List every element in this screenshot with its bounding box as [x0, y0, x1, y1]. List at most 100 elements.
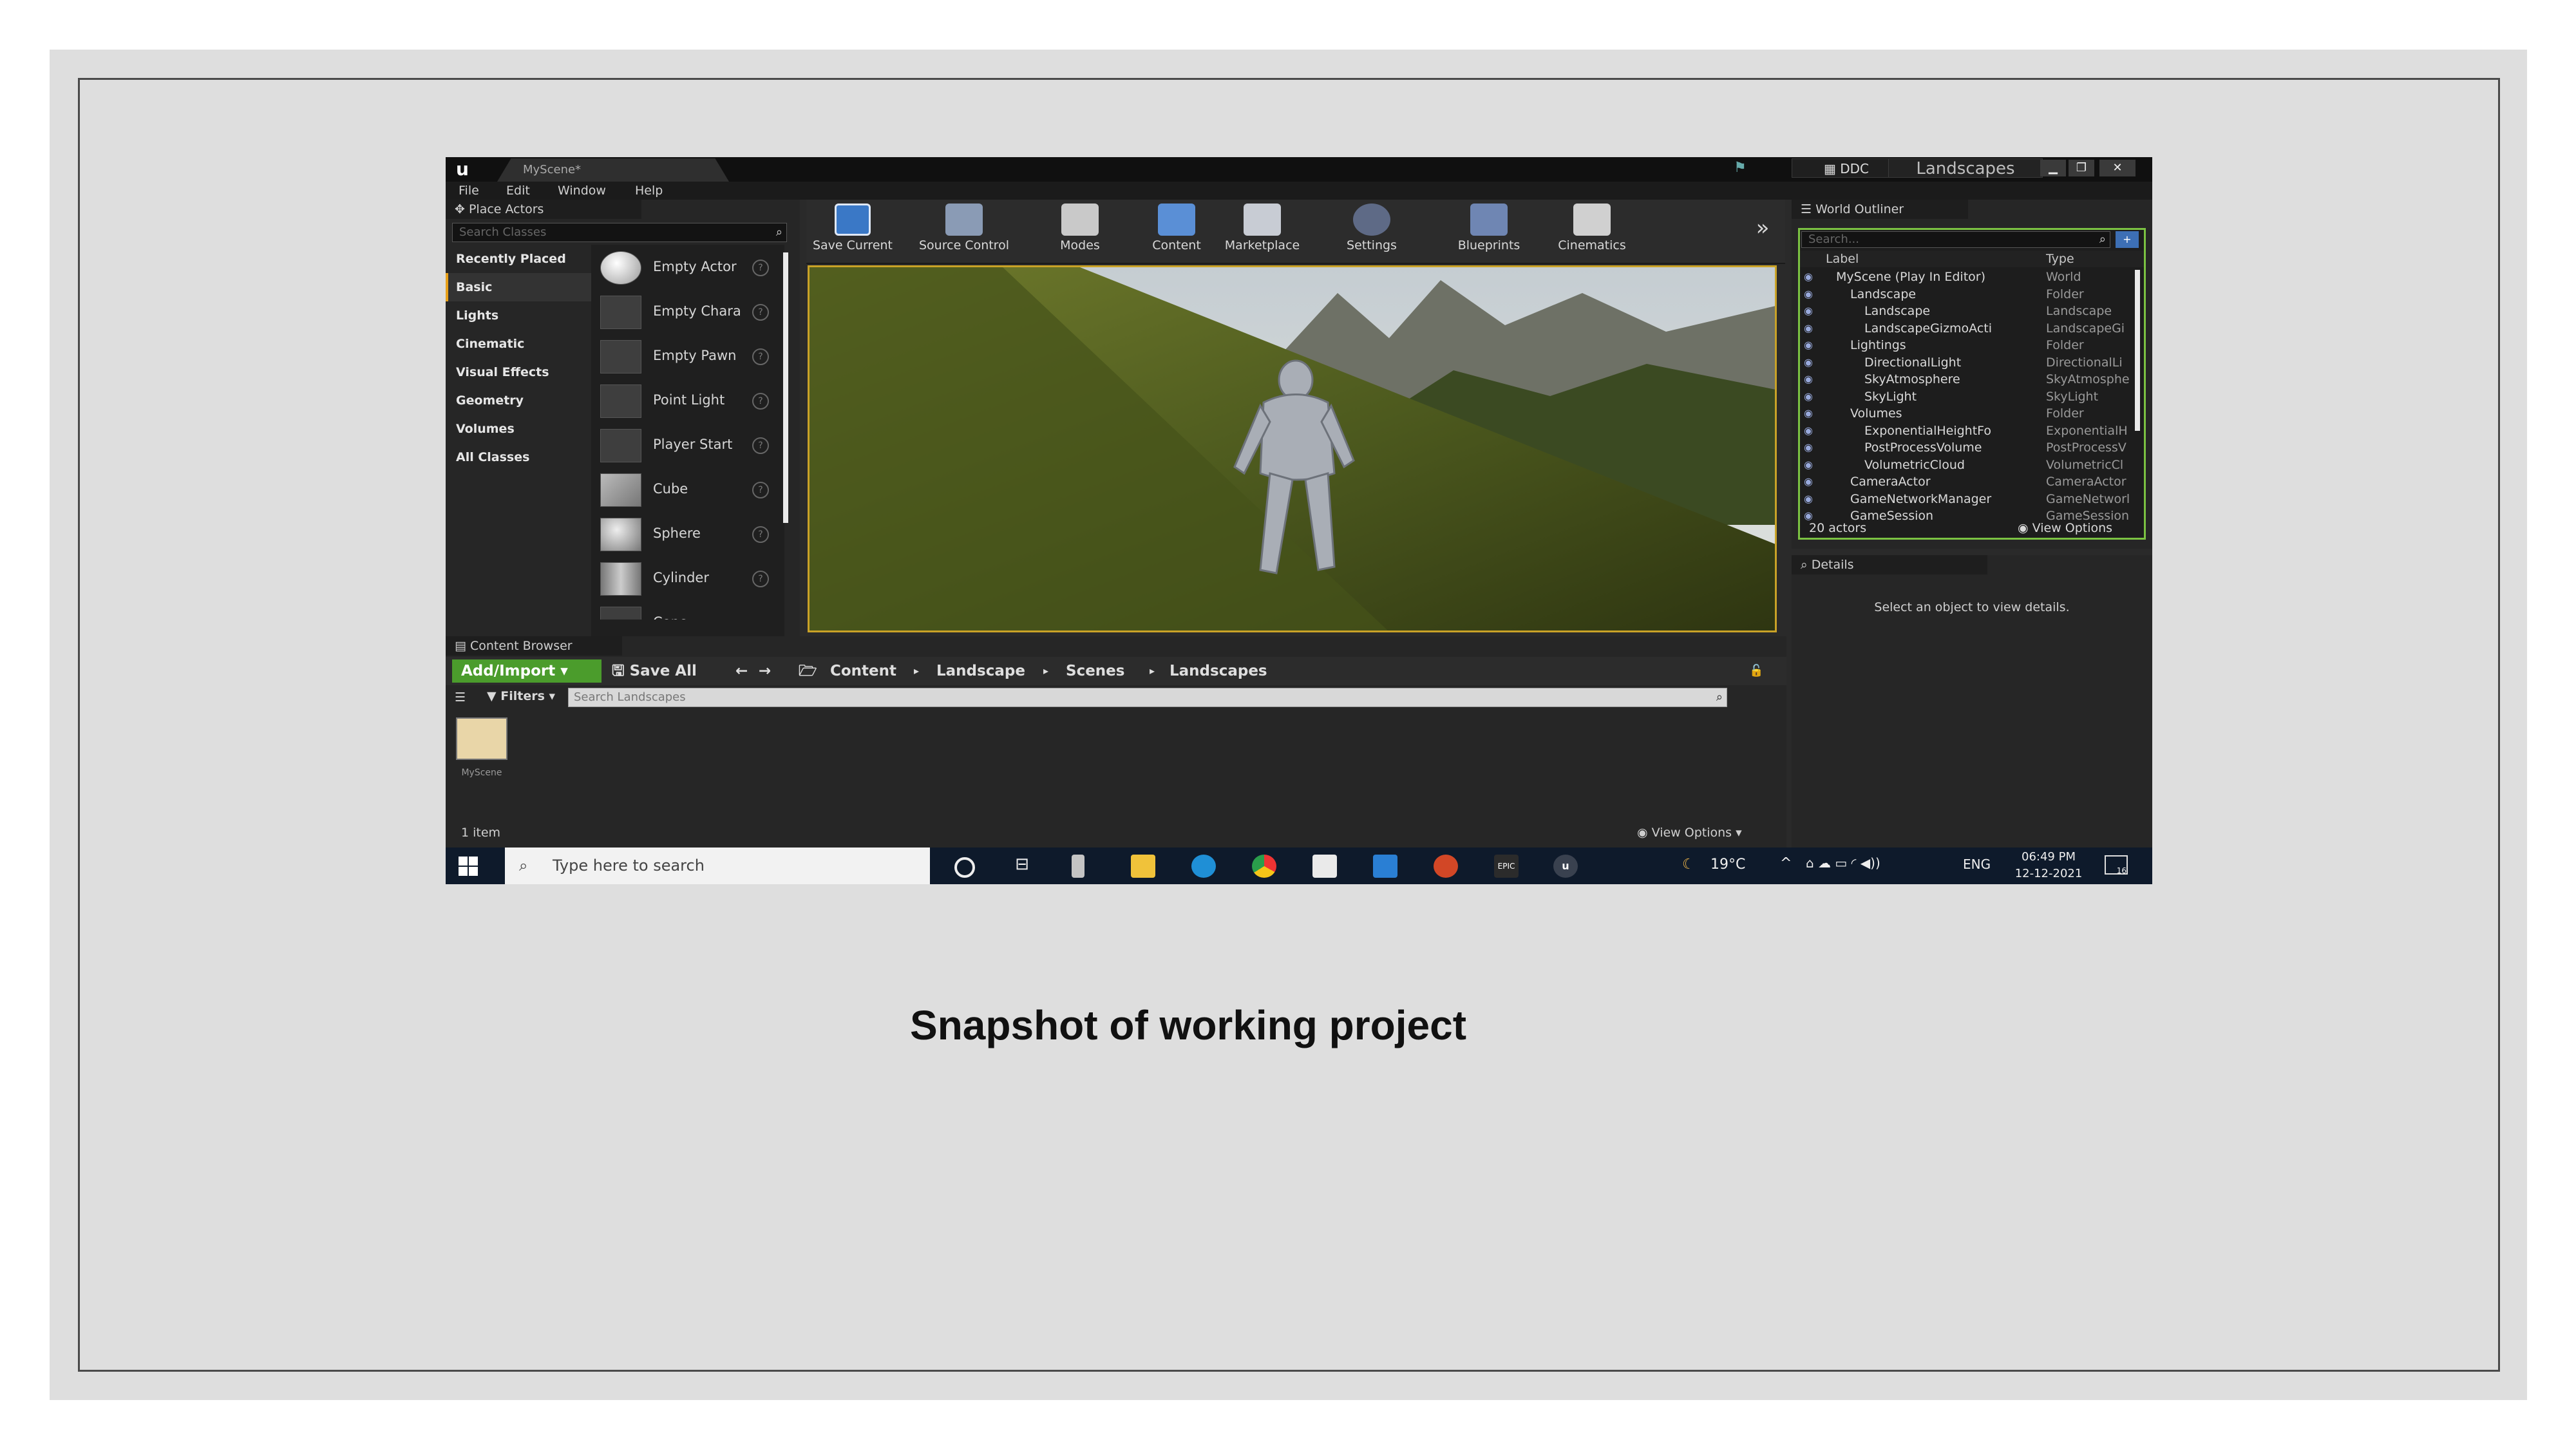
- menu-file[interactable]: File: [459, 184, 479, 198]
- breadcrumb-content[interactable]: Content: [830, 657, 896, 685]
- category-geometry[interactable]: Geometry: [446, 386, 591, 415]
- actor-list-scrollbar[interactable]: [783, 252, 788, 523]
- outliner-row[interactable]: ◉ Volumes Folder: [1800, 405, 2135, 422]
- breadcrumb-scenes[interactable]: Scenes: [1066, 657, 1124, 685]
- visibility-eye-icon[interactable]: ◉: [1804, 354, 1813, 371]
- outliner-row[interactable]: ◉ DirectionalLight DirectionalLi: [1800, 354, 2135, 372]
- visibility-eye-icon[interactable]: ◉: [1804, 473, 1813, 490]
- outliner-row[interactable]: ◉ Landscape Landscape: [1800, 303, 2135, 320]
- maximize-icon[interactable]: ❐: [2069, 160, 2094, 176]
- modes-button[interactable]: Modes: [1045, 204, 1115, 261]
- category-volumes[interactable]: Volumes: [446, 415, 591, 443]
- actor-item[interactable]: Cube?: [591, 467, 784, 511]
- chevron-up-icon[interactable]: ^: [1780, 855, 1792, 871]
- app-icon[interactable]: [1072, 855, 1084, 878]
- menu-help[interactable]: Help: [635, 184, 663, 198]
- epic-games-icon[interactable]: EPIC: [1494, 855, 1519, 878]
- task-view-icon[interactable]: ⊟: [1010, 855, 1034, 878]
- content-search-input[interactable]: Search Landscapes ⌕: [568, 688, 1727, 707]
- help-icon[interactable]: ?: [752, 482, 769, 498]
- save-all-button[interactable]: 🖫 Save All: [612, 657, 697, 685]
- outliner-row[interactable]: ◉ MyScene (Play In Editor) World: [1800, 269, 2135, 286]
- help-icon[interactable]: ?: [752, 526, 769, 543]
- help-icon[interactable]: ?: [752, 393, 769, 410]
- visibility-eye-icon[interactable]: ◉: [1804, 303, 1813, 319]
- actor-item[interactable]: Empty Pawn?: [591, 334, 784, 378]
- scene-tab[interactable]: MyScene*: [497, 158, 729, 182]
- notification-center-icon[interactable]: 16: [2105, 855, 2128, 875]
- visibility-eye-icon[interactable]: ◉: [1804, 337, 1813, 354]
- file-explorer-icon[interactable]: [1131, 855, 1155, 878]
- chrome-icon[interactable]: [1252, 855, 1276, 878]
- back-icon[interactable]: ←: [735, 657, 748, 685]
- category-lights[interactable]: Lights: [446, 301, 591, 330]
- actor-item[interactable]: Empty Actor?: [591, 245, 784, 289]
- windows-start-icon[interactable]: [457, 855, 479, 877]
- search-classes-input[interactable]: Search Classes ⌕: [452, 223, 787, 242]
- level-viewport[interactable]: [808, 265, 1777, 632]
- visibility-eye-icon[interactable]: ◉: [1804, 286, 1813, 303]
- outliner-scrollbar[interactable]: [2135, 270, 2140, 431]
- minimize-icon[interactable]: ▁: [2040, 160, 2066, 176]
- unreal-editor-icon[interactable]: u: [1553, 855, 1578, 878]
- outliner-row[interactable]: ◉ CameraActor CameraActor: [1800, 473, 2135, 491]
- store-icon[interactable]: [1312, 855, 1337, 878]
- outliner-row[interactable]: ◉ LandscapeGizmoActi LandscapeGi: [1800, 320, 2135, 337]
- details-tab[interactable]: ⌕ Details: [1792, 555, 1987, 574]
- help-icon[interactable]: ?: [752, 304, 769, 321]
- visibility-eye-icon[interactable]: ◉: [1804, 457, 1813, 473]
- outliner-row[interactable]: ◉ Lightings Folder: [1800, 337, 2135, 354]
- breadcrumb-landscape[interactable]: Landscape: [936, 657, 1025, 685]
- cortana-icon[interactable]: [954, 857, 975, 878]
- taskbar-search-box[interactable]: ⌕ Type here to search: [505, 848, 930, 884]
- category-basic[interactable]: Basic: [446, 273, 591, 301]
- clock[interactable]: 06:49 PM 12-12-2021: [2013, 849, 2084, 882]
- category-recently-placed[interactable]: Recently Placed: [446, 245, 591, 273]
- lock-icon[interactable]: 🔓: [1749, 657, 1763, 685]
- weather-icon[interactable]: ☾: [1682, 857, 1695, 873]
- edge-icon[interactable]: [1191, 855, 1216, 878]
- menu-edit[interactable]: Edit: [506, 184, 530, 198]
- visibility-eye-icon[interactable]: ◉: [1804, 269, 1813, 285]
- breadcrumb-landscapes[interactable]: Landscapes: [1170, 657, 1267, 685]
- marketplace-button[interactable]: Marketplace: [1217, 204, 1307, 261]
- visibility-eye-icon[interactable]: ◉: [1804, 491, 1813, 507]
- outliner-row[interactable]: ◉ SkyAtmosphere SkyAtmosphe: [1800, 371, 2135, 388]
- help-icon[interactable]: ?: [752, 348, 769, 365]
- help-icon[interactable]: ?: [752, 260, 769, 276]
- category-cinematic[interactable]: Cinematic: [446, 330, 591, 358]
- actor-item[interactable]: Player Start?: [591, 422, 784, 467]
- world-outliner-tab[interactable]: ☰ World Outliner: [1792, 200, 1968, 219]
- ddc-button[interactable]: ▦ DDC: [1792, 158, 1901, 178]
- add-import-button[interactable]: Add/Import ▾: [452, 659, 601, 683]
- visibility-eye-icon[interactable]: ◉: [1804, 422, 1813, 439]
- filters-button[interactable]: ▼ Filters ▾: [487, 689, 555, 703]
- visibility-eye-icon[interactable]: ◉: [1804, 388, 1813, 405]
- actor-item[interactable]: Sphere?: [591, 511, 784, 556]
- help-icon[interactable]: ?: [752, 571, 769, 587]
- visibility-eye-icon[interactable]: ◉: [1804, 320, 1813, 337]
- cinematics-button[interactable]: Cinematics: [1547, 204, 1637, 261]
- category-visual-effects[interactable]: Visual Effects: [446, 358, 591, 386]
- sources-toggle-icon[interactable]: ☰: [455, 690, 466, 705]
- content-browser-tab[interactable]: ▤ Content Browser: [446, 636, 622, 656]
- toolbar-overflow-button[interactable]: »: [1750, 215, 1776, 273]
- notification-flag-icon[interactable]: ⚑: [1727, 160, 1753, 178]
- outliner-row[interactable]: ◉ ExponentialHeightFo ExponentialH: [1800, 422, 2135, 440]
- category-all-classes[interactable]: All Classes: [446, 443, 591, 471]
- col-type-header[interactable]: Type: [2046, 251, 2074, 267]
- outliner-row[interactable]: ◉ VolumetricCloud VolumetricCl: [1800, 457, 2135, 474]
- weather-temp[interactable]: 19°C: [1710, 857, 1745, 873]
- source-control-button[interactable]: Source Control: [909, 204, 1019, 261]
- language-indicator[interactable]: ENG: [1963, 857, 1991, 872]
- map-asset-thumbnail[interactable]: [456, 717, 507, 760]
- mail-icon[interactable]: [1373, 855, 1397, 878]
- visibility-eye-icon[interactable]: ◉: [1804, 439, 1813, 456]
- blueprints-button[interactable]: Blueprints: [1444, 204, 1534, 261]
- help-icon[interactable]: ?: [752, 437, 769, 454]
- outliner-view-options[interactable]: ◉ View Options: [2018, 521, 2112, 535]
- outliner-row[interactable]: ◉ SkyLight SkyLight: [1800, 388, 2135, 406]
- actor-item[interactable]: Cone: [591, 600, 784, 620]
- outliner-row[interactable]: ◉ PostProcessVolume PostProcessV: [1800, 439, 2135, 457]
- content-button[interactable]: Content: [1141, 204, 1212, 261]
